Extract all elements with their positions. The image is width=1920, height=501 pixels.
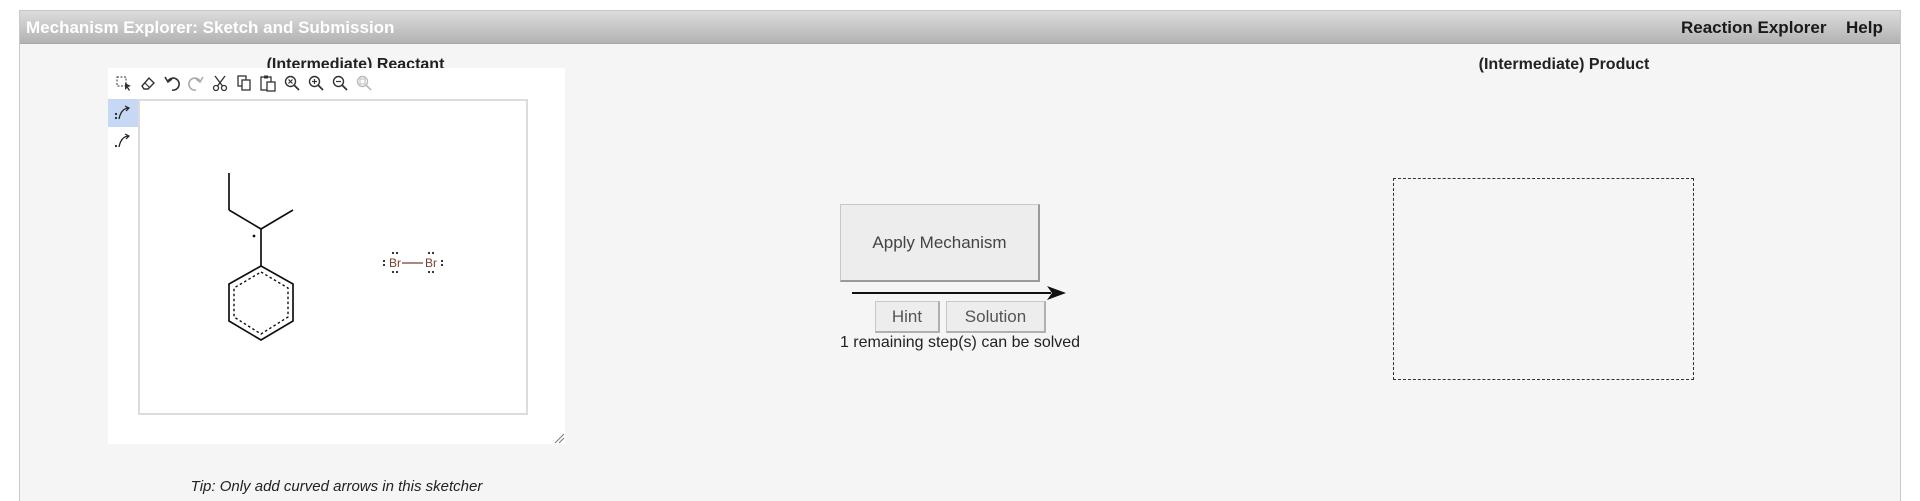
reactant-sketcher: Br Br: [108, 68, 565, 444]
curved-arrow-single-icon[interactable]: [108, 127, 138, 155]
reaction-explorer-link[interactable]: Reaction Explorer: [1681, 18, 1827, 38]
sketch-canvas[interactable]: Br Br: [138, 99, 528, 415]
undo-icon[interactable]: [160, 72, 184, 94]
molecule-drawing: Br Br: [228, 173, 444, 341]
select-icon[interactable]: [112, 72, 136, 94]
zoom-out-icon[interactable]: [328, 72, 352, 94]
eraser-icon[interactable]: [136, 72, 160, 94]
bromine-atom-left: Br: [389, 256, 401, 270]
sketcher-side-tools: [108, 99, 138, 155]
zoom-in-icon[interactable]: [304, 72, 328, 94]
cut-icon[interactable]: [208, 72, 232, 94]
apply-mechanism-button[interactable]: Apply Mechanism: [840, 204, 1040, 282]
redo-icon[interactable]: [184, 72, 208, 94]
sketcher-tip: Tip: Only add curved arrows in this sket…: [190, 478, 483, 495]
product-drop-area: [1393, 178, 1694, 380]
bromine-molecule: Br Br: [382, 251, 444, 274]
title-bar: Mechanism Explorer: Sketch and Submissio…: [20, 11, 1900, 44]
remaining-steps-status: 1 remaining step(s) can be solved: [839, 334, 1081, 351]
help-link[interactable]: Help: [1846, 18, 1883, 38]
bromine-atom-right: Br: [425, 256, 437, 270]
product-title: (Intermediate) Product: [1478, 56, 1650, 73]
app-title: Mechanism Explorer: Sketch and Submissio…: [26, 18, 395, 37]
zoom-reset-icon[interactable]: [280, 72, 304, 94]
reaction-arrow-icon: [852, 286, 1066, 300]
solution-button[interactable]: Solution: [946, 301, 1046, 333]
zoom-fit-icon[interactable]: [352, 72, 376, 94]
copy-icon[interactable]: [232, 72, 256, 94]
sketcher-toolbar: [112, 72, 376, 94]
resize-handle-icon[interactable]: [553, 432, 565, 444]
hint-button[interactable]: Hint: [875, 301, 940, 333]
paste-icon[interactable]: [256, 72, 280, 94]
curved-arrow-pair-icon[interactable]: [108, 99, 138, 127]
